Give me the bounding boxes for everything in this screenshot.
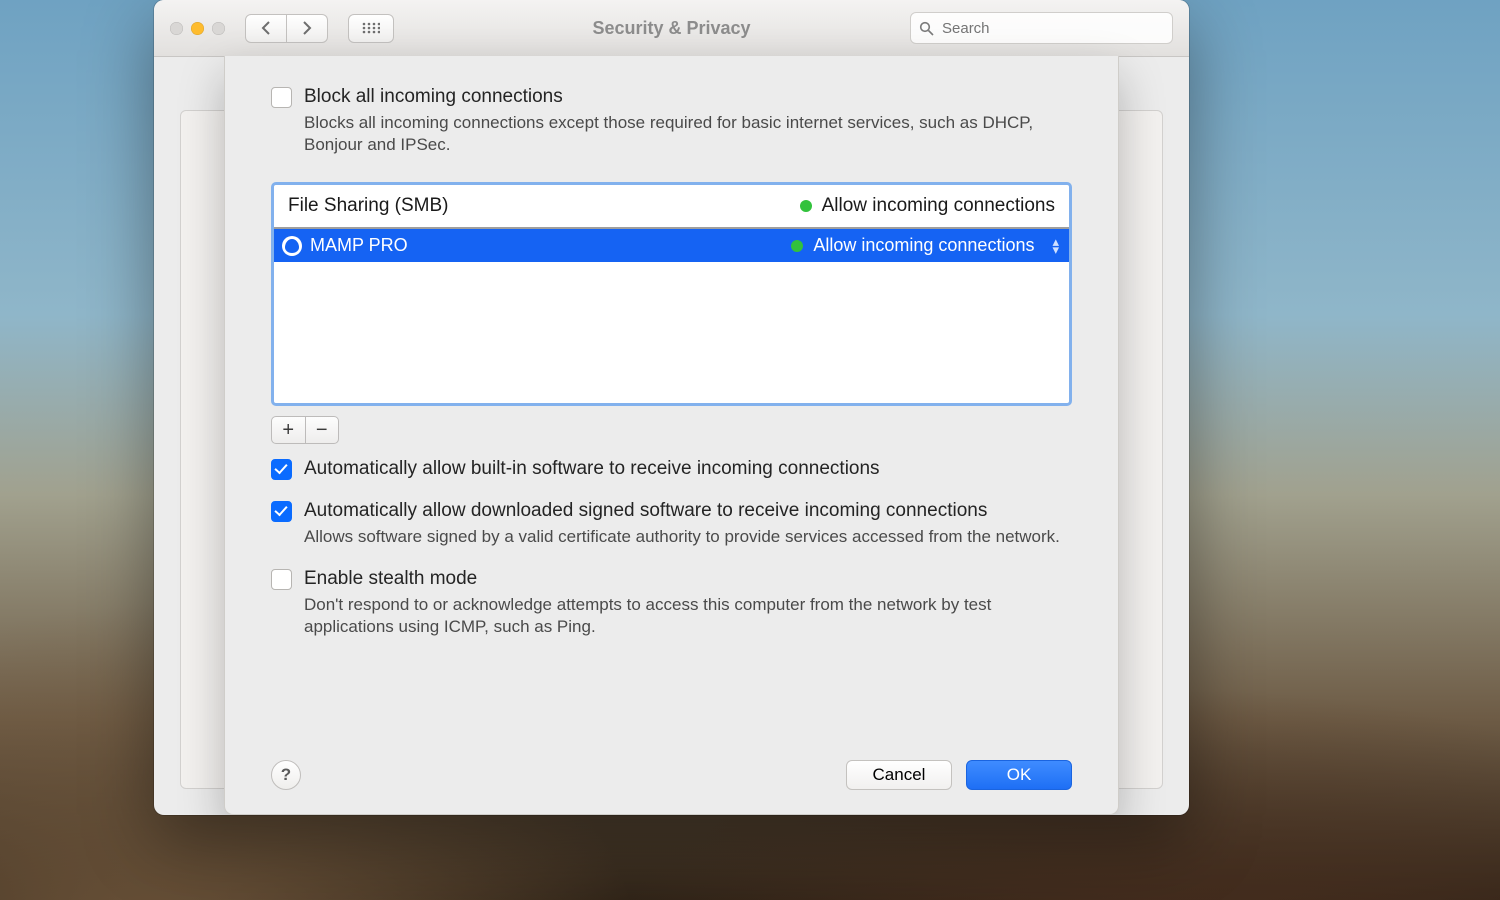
titlebar: Security & Privacy bbox=[154, 0, 1189, 57]
list-selected-row[interactable]: MAMP PRO Allow incoming connections ▴▾ bbox=[274, 229, 1069, 262]
stealth-label: Enable stealth mode bbox=[304, 568, 1072, 590]
block-all-row: Block all incoming connections Blocks al… bbox=[271, 86, 1072, 156]
search-icon bbox=[919, 21, 934, 36]
popup-stepper-icon[interactable]: ▴▾ bbox=[1052, 238, 1059, 254]
help-button[interactable]: ? bbox=[271, 760, 301, 790]
zoom-window-icon[interactable] bbox=[212, 22, 225, 35]
block-all-label: Block all incoming connections bbox=[304, 86, 1072, 108]
search-field-wrap[interactable] bbox=[910, 12, 1173, 44]
forward-button[interactable] bbox=[287, 14, 328, 43]
cancel-button[interactable]: Cancel bbox=[846, 760, 952, 790]
add-remove-control: + − bbox=[271, 416, 339, 444]
status-dot-icon bbox=[791, 240, 803, 252]
app-icon bbox=[282, 236, 302, 256]
sheet-footer: ? Cancel OK bbox=[271, 740, 1072, 790]
auto-builtin-label: Automatically allow built-in software to… bbox=[304, 458, 1072, 480]
block-all-checkbox[interactable] bbox=[271, 87, 292, 108]
auto-signed-desc: Allows software signed by a valid certif… bbox=[304, 526, 1072, 548]
block-all-desc: Blocks all incoming connections except t… bbox=[304, 112, 1072, 156]
syspref-window: Security & Privacy Block all incoming co… bbox=[154, 0, 1189, 815]
stealth-desc: Don't respond to or acknowledge attempts… bbox=[304, 594, 1072, 638]
nav-buttons bbox=[245, 14, 328, 43]
close-window-icon[interactable] bbox=[170, 22, 183, 35]
firewall-options-sheet: Block all incoming connections Blocks al… bbox=[224, 56, 1119, 815]
list-sel-name: MAMP PRO bbox=[310, 235, 791, 256]
ok-button[interactable]: OK bbox=[966, 760, 1072, 790]
app-firewall-list[interactable]: File Sharing (SMB) Allow incoming connec… bbox=[271, 182, 1072, 406]
stealth-checkbox[interactable] bbox=[271, 569, 292, 590]
auto-signed-checkbox[interactable] bbox=[271, 501, 292, 522]
auto-builtin-checkbox[interactable] bbox=[271, 459, 292, 480]
auto-builtin-row: Automatically allow built-in software to… bbox=[271, 458, 1072, 480]
auto-signed-label: Automatically allow downloaded signed so… bbox=[304, 500, 1072, 522]
back-button[interactable] bbox=[245, 14, 287, 43]
auto-signed-row: Automatically allow downloaded signed so… bbox=[271, 500, 1072, 548]
desktop-wallpaper: Security & Privacy Block all incoming co… bbox=[0, 0, 1500, 900]
window-controls bbox=[170, 22, 225, 35]
remove-button[interactable]: − bbox=[306, 417, 339, 443]
search-input[interactable] bbox=[940, 19, 1164, 38]
status-dot-icon bbox=[800, 200, 812, 212]
add-button[interactable]: + bbox=[272, 417, 306, 443]
show-all-prefs-button[interactable] bbox=[348, 14, 394, 43]
list-header-name: File Sharing (SMB) bbox=[288, 195, 800, 217]
minimize-window-icon[interactable] bbox=[191, 22, 204, 35]
list-header-status: Allow incoming connections bbox=[822, 195, 1055, 217]
list-header-row[interactable]: File Sharing (SMB) Allow incoming connec… bbox=[274, 185, 1069, 229]
list-sel-status: Allow incoming connections bbox=[813, 235, 1034, 256]
stealth-row: Enable stealth mode Don't respond to or … bbox=[271, 568, 1072, 638]
